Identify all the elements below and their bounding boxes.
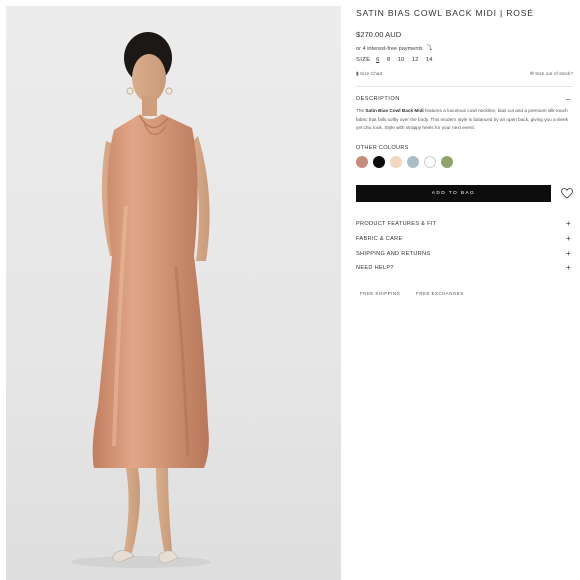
accordion-label: SHIPPING AND RETURNS: [356, 251, 431, 257]
minus-icon: –: [566, 95, 571, 104]
product-title: SATIN BIAS COWL BACK MIDI | ROSÉ: [356, 8, 534, 18]
size-option-12[interactable]: 12: [412, 57, 418, 63]
description-product-name: Satin Bias Cowl Back Midi: [365, 108, 424, 113]
free-shipping-badge: FREE SHIPPING: [360, 291, 401, 296]
accordion-label: PRODUCT FEATURES & FIT: [356, 221, 437, 227]
product-details-panel: SATIN BIAS COWL BACK MIDI | ROSÉ $270.00…: [356, 0, 576, 580]
model-figure: [71, 32, 211, 568]
accordion-shipping-returns[interactable]: SHIPPING AND RETURNS +: [356, 249, 573, 258]
out-of-stock-link[interactable]: ✉ Size out of stock?: [530, 72, 573, 77]
description-prefix: The: [356, 108, 366, 113]
ruler-icon: ▮: [356, 72, 359, 77]
mail-icon: ✉: [529, 72, 534, 77]
product-image[interactable]: [6, 6, 341, 580]
divider: [356, 86, 573, 87]
accordion-label: FABRIC & CARE: [356, 236, 403, 242]
size-option-10[interactable]: 10: [398, 57, 404, 63]
plus-icon: +: [566, 249, 571, 258]
swatch-cream[interactable]: [390, 156, 402, 168]
swatch-rose[interactable]: [356, 156, 368, 168]
swatch-sage[interactable]: [441, 156, 453, 168]
service-badges: FREE SHIPPING FREE EXCHANGES: [360, 291, 478, 296]
out-of-stock-label: Size out of stock?: [535, 72, 573, 77]
add-to-bag-button[interactable]: ADD TO BAG: [356, 185, 551, 202]
description-heading: DESCRIPTION: [356, 96, 400, 102]
swatch-black[interactable]: [373, 156, 385, 168]
afterpay-info[interactable]: or 4 interest-free payments ⤵: [356, 43, 432, 52]
other-colours-label: OTHER COLOURS: [356, 145, 409, 151]
accordion-fabric-care[interactable]: FABRIC & CARE +: [356, 234, 573, 243]
size-option-14[interactable]: 14: [426, 57, 432, 63]
description-toggle[interactable]: DESCRIPTION –: [356, 95, 573, 104]
plus-icon: +: [566, 234, 571, 243]
accordion-product-features[interactable]: PRODUCT FEATURES & FIT +: [356, 219, 573, 228]
afterpay-icon: ⤵: [426, 46, 433, 52]
afterpay-text: or 4 interest-free payments: [356, 46, 423, 52]
size-label: SIZE: [356, 57, 371, 63]
swatch-white[interactable]: [424, 156, 436, 168]
size-chart-label: Size Chart: [359, 72, 383, 77]
accordion-need-help[interactable]: NEED HELP? +: [356, 263, 573, 272]
size-option-8[interactable]: 8: [387, 57, 390, 63]
size-selector: SIZE 6 8 10 12 14: [356, 57, 438, 63]
description-text: The Satin Bias Cowl Back Midi features a…: [356, 107, 571, 133]
size-chart-link[interactable]: ▮ Size Chart: [356, 72, 382, 77]
free-exchanges-badge: FREE EXCHANGES: [416, 291, 464, 296]
swatch-blue[interactable]: [407, 156, 419, 168]
plus-icon: +: [566, 263, 571, 272]
product-price: $270.00 AUD: [356, 30, 402, 39]
size-option-6[interactable]: 6: [376, 57, 379, 63]
plus-icon: +: [566, 219, 571, 228]
heart-icon[interactable]: [561, 188, 573, 199]
accordion-label: NEED HELP?: [356, 265, 394, 271]
